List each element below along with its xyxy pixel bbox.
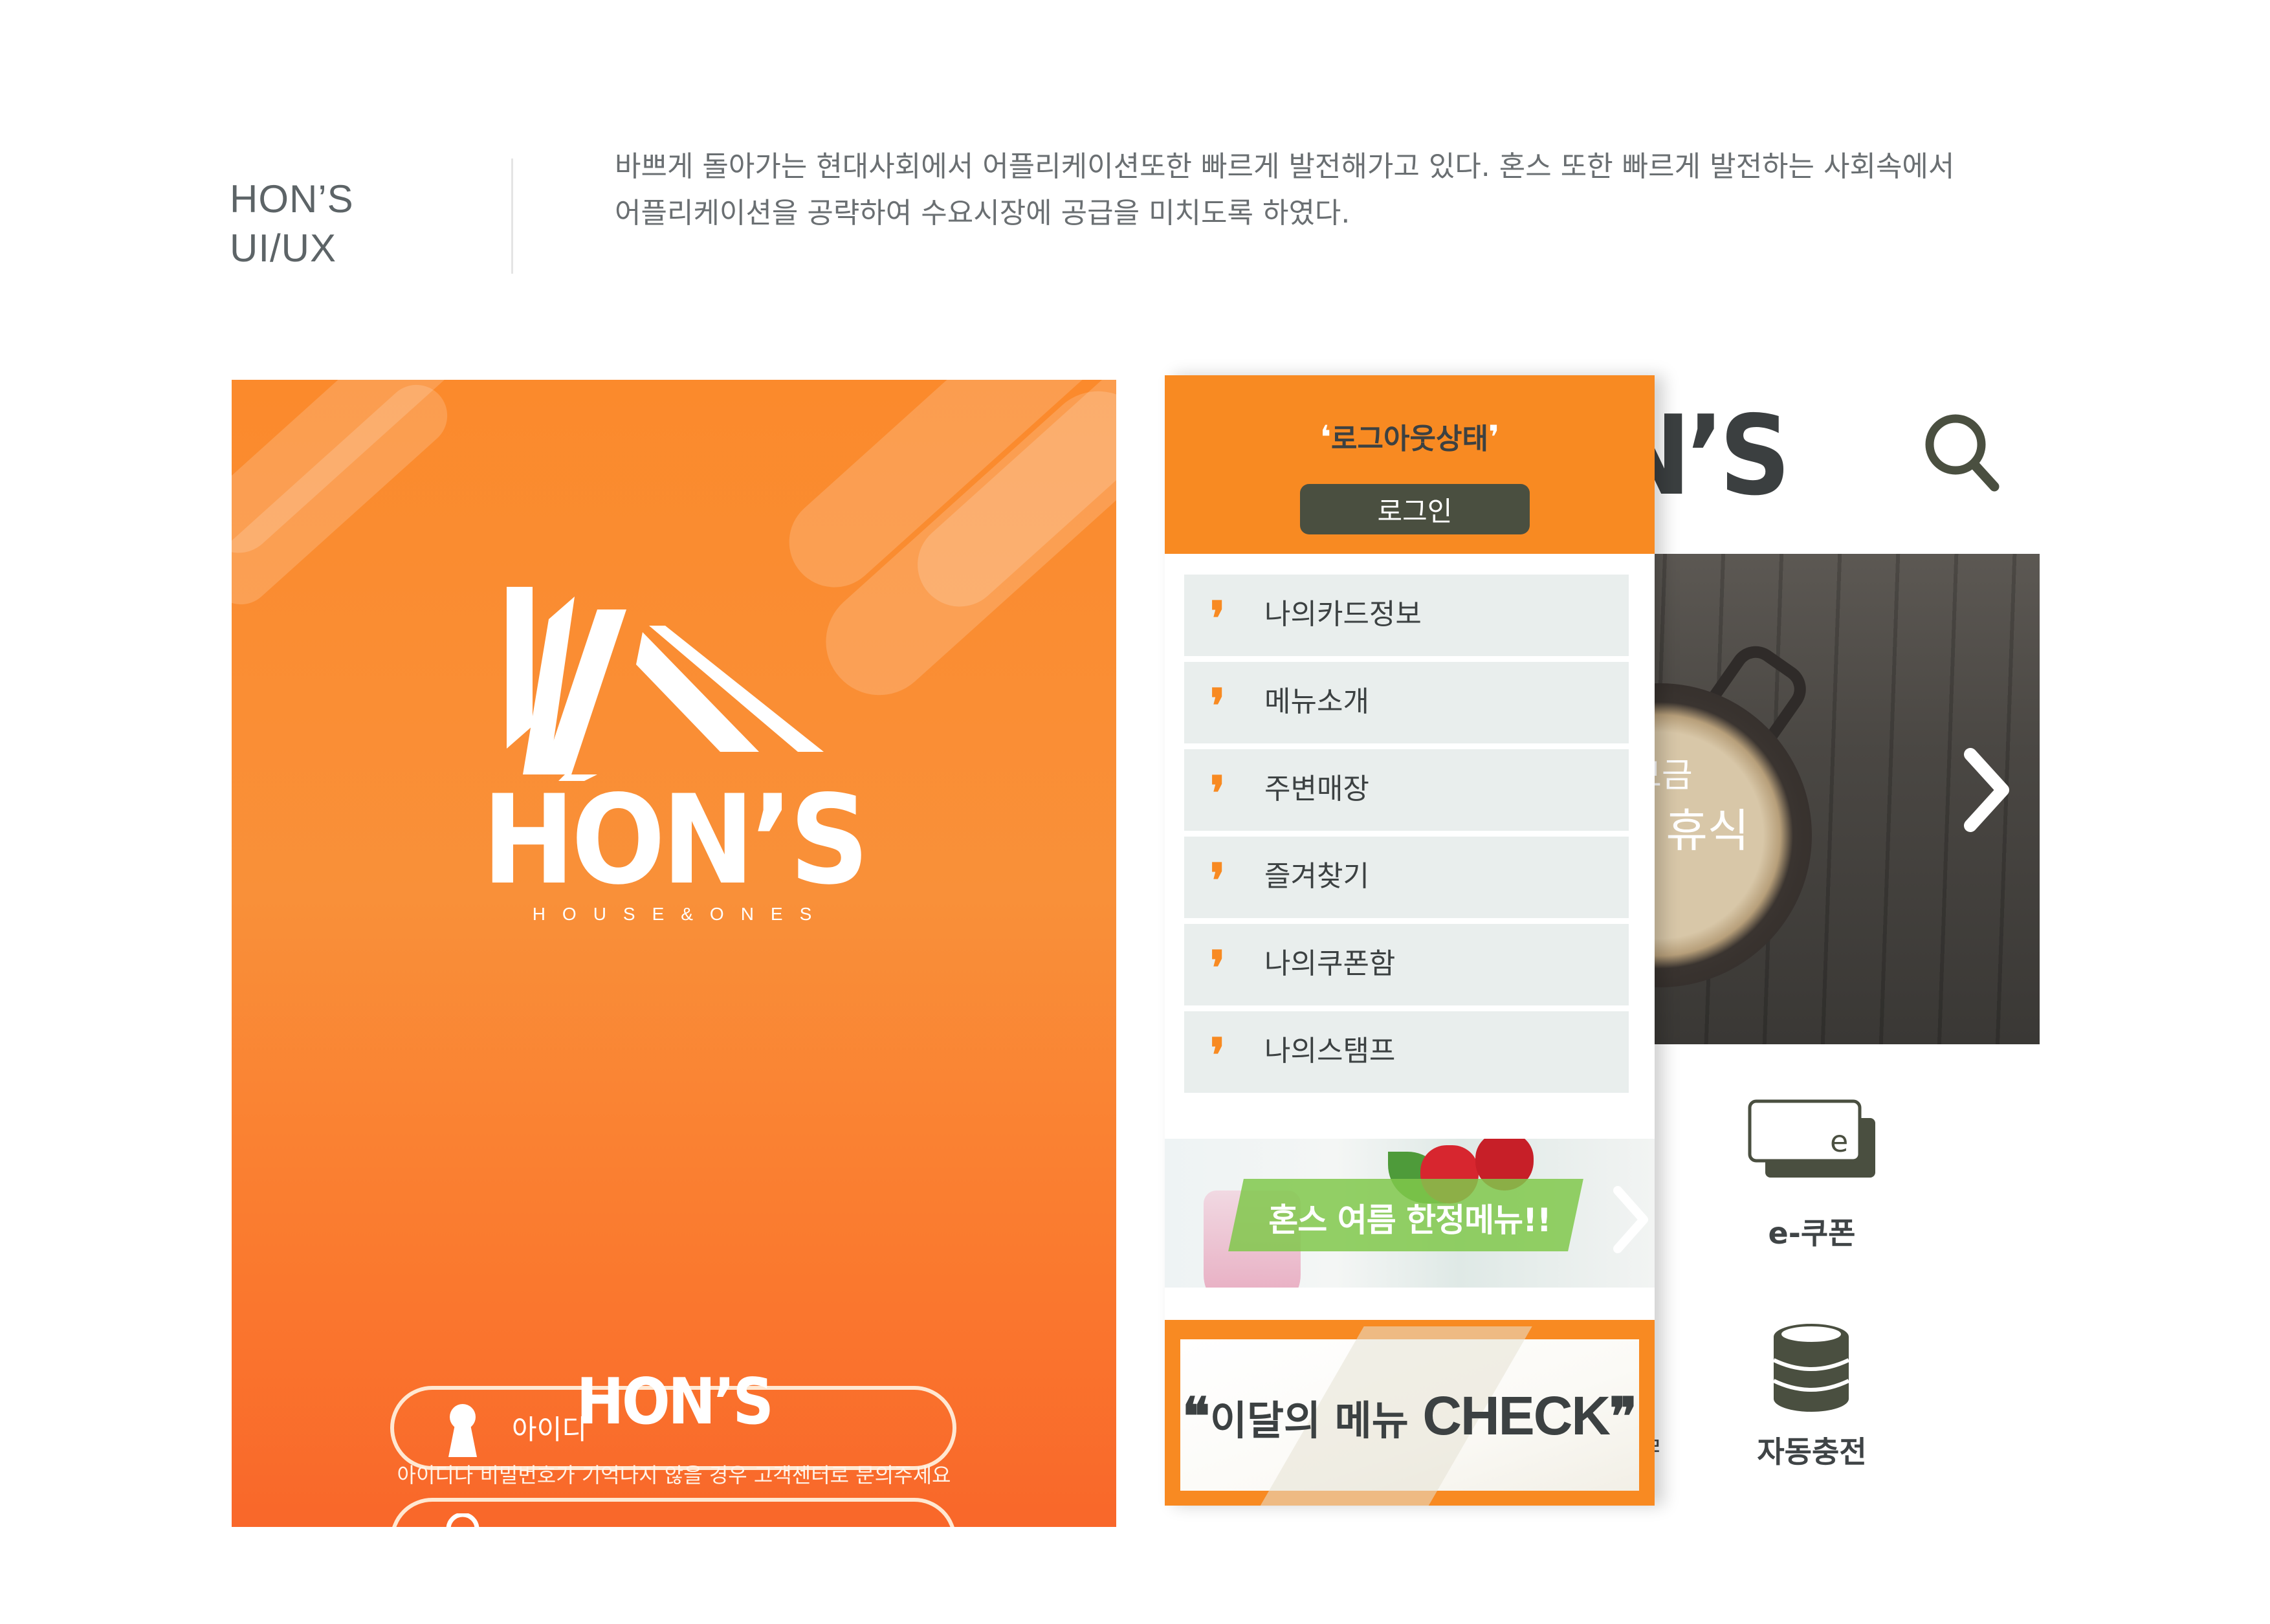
menu-bullet-icon: ❜ <box>1210 1027 1226 1082</box>
quote-open-mark: ❛ <box>1319 419 1332 456</box>
menu-item-favorites[interactable]: ❜ 즐겨찾기 <box>1184 837 1629 918</box>
e-coupon-icon[interactable]: e <box>1746 1097 1879 1181</box>
menu-item-label: 나의쿠폰함 <box>1264 947 1396 980</box>
menu-bullet-icon: ❜ <box>1210 853 1226 908</box>
section-description: 바쁘게 돌아가는 현대사회에서 어플리케이션또한 빠르게 발전해가고 있다. 혼… <box>615 144 2038 237</box>
password-input[interactable] <box>511 1515 927 1527</box>
coupon-icon-letter: e <box>1830 1124 1848 1159</box>
promo-chevron-icon[interactable] <box>1611 1184 1650 1255</box>
password-field[interactable] <box>390 1498 956 1527</box>
e-coupon-label: e-쿠폰 <box>1768 1216 1856 1251</box>
menu-item-label: 주변매장 <box>1264 773 1369 806</box>
banner-line-2-big: 휴식 <box>1666 804 1750 857</box>
brand-logo-text: HON’S <box>482 769 869 912</box>
home-banner[interactable]: 모금 한 휴식 <box>1605 554 2040 1044</box>
description-line-2: 어플리케이션을 공략하여 수요시장에 공급을 미치도록 하였다. <box>615 197 1350 230</box>
search-icon[interactable] <box>1923 412 2000 493</box>
menu-bullet-icon: ❜ <box>1210 940 1226 995</box>
monthly-menu-title: ❝이달의 메뉴 CHECK❞ <box>1180 1385 1639 1447</box>
quote-close-mark: ❜ <box>1488 419 1500 456</box>
menu-item-card-info[interactable]: ❜ 나의카드정보 <box>1184 575 1629 656</box>
menu-item-nearby-stores[interactable]: ❜ 주변매장 <box>1184 749 1629 831</box>
description-line-1: 바쁘게 돌아가는 현대사회에서 어플리케이션또한 빠르게 발전해가고 있다. 혼… <box>615 150 1955 183</box>
drawer-header: ❛로그아웃상태❜ 로그인 <box>1165 375 1655 554</box>
monthly-menu-card: ❝이달의 메뉴 CHECK❞ <box>1180 1326 1639 1506</box>
login-status: ❛로그아웃상태❜ <box>1165 415 1655 457</box>
title-line-brand: HON’S <box>230 177 354 221</box>
menu-item-menu-intro[interactable]: ❜ 메뉴소개 <box>1184 662 1629 743</box>
title-line-uiux: UI/UX <box>230 226 337 270</box>
header-divider <box>511 159 513 274</box>
login-status-text: 로그아웃상태 <box>1331 422 1488 455</box>
brand-logo-subtitle: HOUSE&ONES <box>532 904 829 924</box>
e-coupon-item[interactable]: e-쿠폰 <box>1725 1210 1899 1253</box>
menu-item-label: 메뉴소개 <box>1264 685 1369 718</box>
banner-next-chevron-icon[interactable] <box>1961 748 2012 832</box>
coin-stack-icon[interactable] <box>1770 1320 1853 1417</box>
footer-logo: HON’S <box>576 1365 774 1439</box>
monthly-menu-check[interactable]: ❝이달의 메뉴 CHECK❞ <box>1165 1320 1655 1506</box>
quote-close-mark: ❞ <box>1609 1386 1638 1447</box>
auto-charge-item[interactable]: 자동충전 <box>1725 1429 1899 1471</box>
menu-item-label: 나의스탬프 <box>1264 1035 1396 1068</box>
monthly-menu-ko: 이달의 메뉴 <box>1209 1397 1423 1444</box>
menu-item-coupon-box[interactable]: ❜ 나의쿠폰함 <box>1184 924 1629 1005</box>
section-title: HON’S UI/UX <box>230 175 354 273</box>
auto-charge-label: 자동충전 <box>1757 1434 1867 1469</box>
menu-item-label: 즐겨찾기 <box>1264 860 1369 893</box>
quote-open-mark: ❝ <box>1182 1386 1210 1447</box>
menu-item-stamps[interactable]: ❜ 나의스탬프 <box>1184 1011 1629 1093</box>
menu-bullet-icon: ❜ <box>1210 678 1226 733</box>
menu-bullet-icon: ❜ <box>1210 765 1226 820</box>
side-drawer: ❛로그아웃상태❜ 로그인 ❜ 나의카드정보 ❜ 메뉴소개 ❜ 주변매장 ❜ 즐겨… <box>1165 375 1655 1506</box>
help-note: 아이디나 비밀번호가 기억나지 않을 경우 고객센터로 문의주세요 <box>397 1463 951 1487</box>
summer-menu-banner[interactable]: 혼스 여름 한정메뉴!! <box>1165 1139 1655 1288</box>
login-screen: HON’S HOUSE&ONES HON’S 아이디나 비밀번호가 기억나지 않… <box>232 380 1116 1527</box>
promo-text: 혼스 여름 한정메뉴!! <box>1268 1202 1551 1239</box>
menu-bullet-icon: ❜ <box>1210 591 1226 646</box>
login-button[interactable]: 로그인 <box>1300 484 1530 534</box>
monthly-menu-en: CHECK <box>1422 1385 1611 1446</box>
lock-icon <box>446 1513 479 1527</box>
menu-item-label: 나의카드정보 <box>1264 598 1422 631</box>
